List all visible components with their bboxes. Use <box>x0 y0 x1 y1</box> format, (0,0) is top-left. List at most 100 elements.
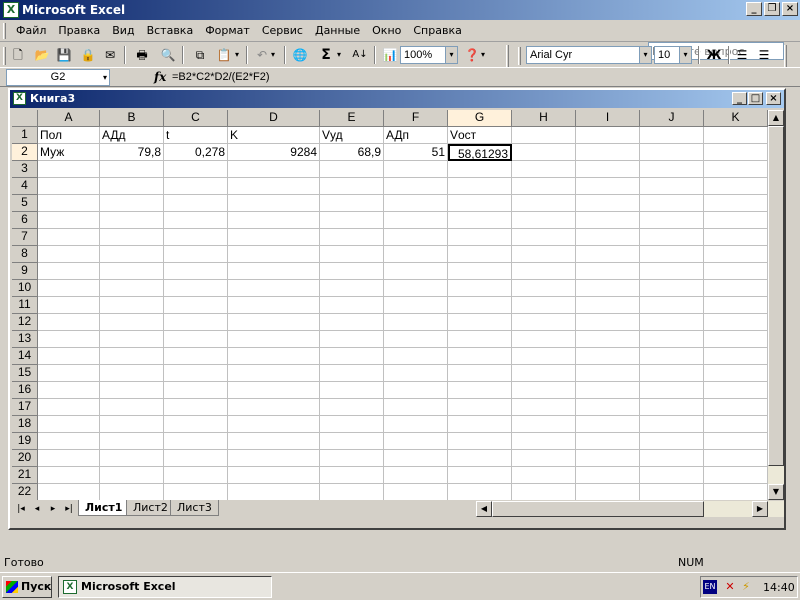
cell-b6[interactable] <box>100 212 164 229</box>
cell-c4[interactable] <box>164 178 228 195</box>
cell-c14[interactable] <box>164 348 228 365</box>
cell-d21[interactable] <box>228 467 320 484</box>
menu-insert[interactable]: Вставка <box>141 23 200 38</box>
cell-k2[interactable] <box>704 144 768 161</box>
cell-a18[interactable] <box>38 416 100 433</box>
cell-a16[interactable] <box>38 382 100 399</box>
cell-h14[interactable] <box>512 348 576 365</box>
cell-k6[interactable] <box>704 212 768 229</box>
cell-a6[interactable] <box>38 212 100 229</box>
start-button[interactable]: Пуск <box>2 576 52 598</box>
cell-j2[interactable] <box>640 144 704 161</box>
restore-icon[interactable]: ❐ <box>764 2 780 16</box>
cell-i3[interactable] <box>576 161 640 178</box>
scroll-left-icon[interactable]: ◀ <box>476 501 492 517</box>
permission-icon[interactable]: 🔒 <box>78 45 98 65</box>
cell-g4[interactable] <box>448 178 512 195</box>
cell-i12[interactable] <box>576 314 640 331</box>
scroll-down-icon[interactable]: ▼ <box>768 484 784 500</box>
print-icon[interactable]: 🖶 <box>132 45 152 65</box>
cell-f7[interactable] <box>384 229 448 246</box>
minimize-icon[interactable]: _ <box>746 2 762 16</box>
cell-g13[interactable] <box>448 331 512 348</box>
cell-a9[interactable] <box>38 263 100 280</box>
language-indicator[interactable]: EN <box>703 580 717 594</box>
chevron-down-icon[interactable]: ▾ <box>679 47 691 63</box>
insert-function-icon[interactable]: fx <box>154 70 166 84</box>
close-icon[interactable]: × <box>782 2 798 16</box>
row-header-17[interactable]: 17 <box>12 399 38 416</box>
chevron-down-icon[interactable]: ▾ <box>232 45 242 65</box>
row-header-18[interactable]: 18 <box>12 416 38 433</box>
cell-f9[interactable] <box>384 263 448 280</box>
cell-i4[interactable] <box>576 178 640 195</box>
cell-g16[interactable] <box>448 382 512 399</box>
cell-e12[interactable] <box>320 314 384 331</box>
cell-e14[interactable] <box>320 348 384 365</box>
cell-k20[interactable] <box>704 450 768 467</box>
cell-a15[interactable] <box>38 365 100 382</box>
cell-f3[interactable] <box>384 161 448 178</box>
row-header-22[interactable]: 22 <box>12 484 38 500</box>
cell-d19[interactable] <box>228 433 320 450</box>
cell-k19[interactable] <box>704 433 768 450</box>
row-header-16[interactable]: 16 <box>12 382 38 399</box>
cell-f19[interactable] <box>384 433 448 450</box>
next-sheet-icon[interactable]: ▸ <box>46 502 60 516</box>
scroll-thumb[interactable] <box>492 501 704 517</box>
cell-b2[interactable]: 79,8 <box>100 144 164 161</box>
cell-i16[interactable] <box>576 382 640 399</box>
cell-c19[interactable] <box>164 433 228 450</box>
copy-icon[interactable]: ⧉ <box>190 45 210 65</box>
cell-k7[interactable] <box>704 229 768 246</box>
cell-d22[interactable] <box>228 484 320 500</box>
sheet-tab-3[interactable]: Лист3 <box>170 500 219 516</box>
cell-e16[interactable] <box>320 382 384 399</box>
prev-sheet-icon[interactable]: ◂ <box>30 502 44 516</box>
cell-f8[interactable] <box>384 246 448 263</box>
cell-i8[interactable] <box>576 246 640 263</box>
row-header-11[interactable]: 11 <box>12 297 38 314</box>
cell-h15[interactable] <box>512 365 576 382</box>
cell-j1[interactable] <box>640 127 704 144</box>
hyperlink-icon[interactable]: 🌐 <box>290 45 310 65</box>
toolbar-options-icon[interactable] <box>506 45 509 67</box>
cell-f22[interactable] <box>384 484 448 500</box>
cell-k1[interactable] <box>704 127 768 144</box>
cell-f16[interactable] <box>384 382 448 399</box>
new-document-icon[interactable]: 🗋 <box>8 45 28 65</box>
column-header-j[interactable]: J <box>640 110 704 127</box>
cell-g2[interactable]: 58,61293 <box>448 144 512 161</box>
column-header-c[interactable]: C <box>164 110 228 127</box>
menu-format[interactable]: Формат <box>199 23 256 38</box>
cell-e10[interactable] <box>320 280 384 297</box>
cell-h1[interactable] <box>512 127 576 144</box>
format-toolbar-grip[interactable] <box>518 47 521 65</box>
row-header-5[interactable]: 5 <box>12 195 38 212</box>
cell-d13[interactable] <box>228 331 320 348</box>
cell-i2[interactable] <box>576 144 640 161</box>
cell-i10[interactable] <box>576 280 640 297</box>
cell-f20[interactable] <box>384 450 448 467</box>
sheet-tab-1[interactable]: Лист1 <box>78 500 130 516</box>
cell-c8[interactable] <box>164 246 228 263</box>
cell-d17[interactable] <box>228 399 320 416</box>
cell-k12[interactable] <box>704 314 768 331</box>
row-header-20[interactable]: 20 <box>12 450 38 467</box>
cell-f10[interactable] <box>384 280 448 297</box>
row-header-2[interactable]: 2 <box>12 144 38 161</box>
cell-b10[interactable] <box>100 280 164 297</box>
cell-a12[interactable] <box>38 314 100 331</box>
cell-e1[interactable]: Vуд <box>320 127 384 144</box>
maximize-icon[interactable]: □ <box>748 92 763 105</box>
cell-b1[interactable]: АДд <box>100 127 164 144</box>
row-header-6[interactable]: 6 <box>12 212 38 229</box>
cell-j6[interactable] <box>640 212 704 229</box>
cell-e15[interactable] <box>320 365 384 382</box>
cell-j15[interactable] <box>640 365 704 382</box>
cell-a22[interactable] <box>38 484 100 500</box>
cell-b12[interactable] <box>100 314 164 331</box>
cell-h20[interactable] <box>512 450 576 467</box>
minimize-icon[interactable]: _ <box>732 92 747 105</box>
cell-f2[interactable]: 51 <box>384 144 448 161</box>
